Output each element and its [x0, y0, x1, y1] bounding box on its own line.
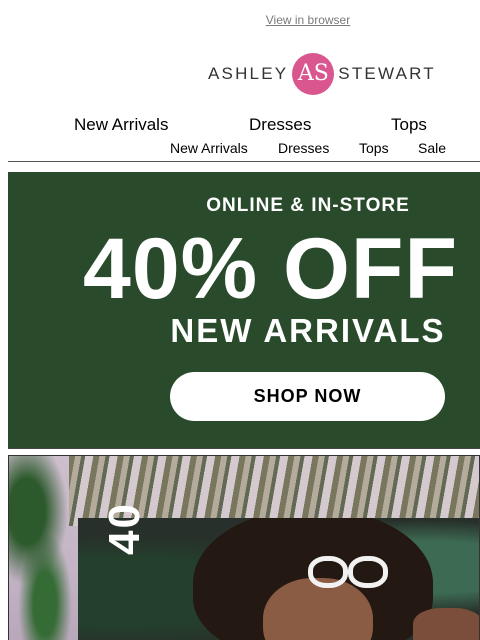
- view-in-browser-link[interactable]: View in browser: [0, 13, 480, 27]
- nav-secondary-tops[interactable]: Tops: [359, 140, 389, 156]
- promo-image-banner[interactable]: [8, 455, 480, 640]
- shop-now-button[interactable]: SHOP NOW: [170, 372, 445, 421]
- sunglasses-icon: [308, 556, 388, 596]
- logo-monogram-icon: AS: [292, 53, 335, 95]
- hero-subheadline: NEW ARRIVALS: [170, 312, 446, 349]
- logo-word-right: STEWART: [338, 64, 436, 83]
- hero-eyebrow: ONLINE & IN-STORE: [206, 195, 410, 216]
- nav-secondary-sale[interactable]: Sale: [418, 140, 446, 156]
- nav-primary-tops[interactable]: Tops: [391, 115, 427, 135]
- nav-primary-dresses[interactable]: Dresses: [249, 115, 311, 135]
- logo-monogram-letters: AS: [297, 61, 329, 86]
- hero-headline: 40% OFF: [83, 221, 458, 317]
- nav-secondary-dresses[interactable]: Dresses: [278, 140, 329, 156]
- nav-divider: [8, 161, 480, 162]
- promo-vertical-text: 40: [100, 502, 149, 555]
- nav-secondary-new-arrivals[interactable]: New Arrivals: [170, 140, 248, 156]
- model-hand: [413, 608, 479, 640]
- brand-logo[interactable]: ASHLEY AS STEWART: [208, 52, 436, 96]
- logo-word-left: ASHLEY: [208, 64, 289, 83]
- nav-primary-new-arrivals[interactable]: New Arrivals: [74, 115, 168, 135]
